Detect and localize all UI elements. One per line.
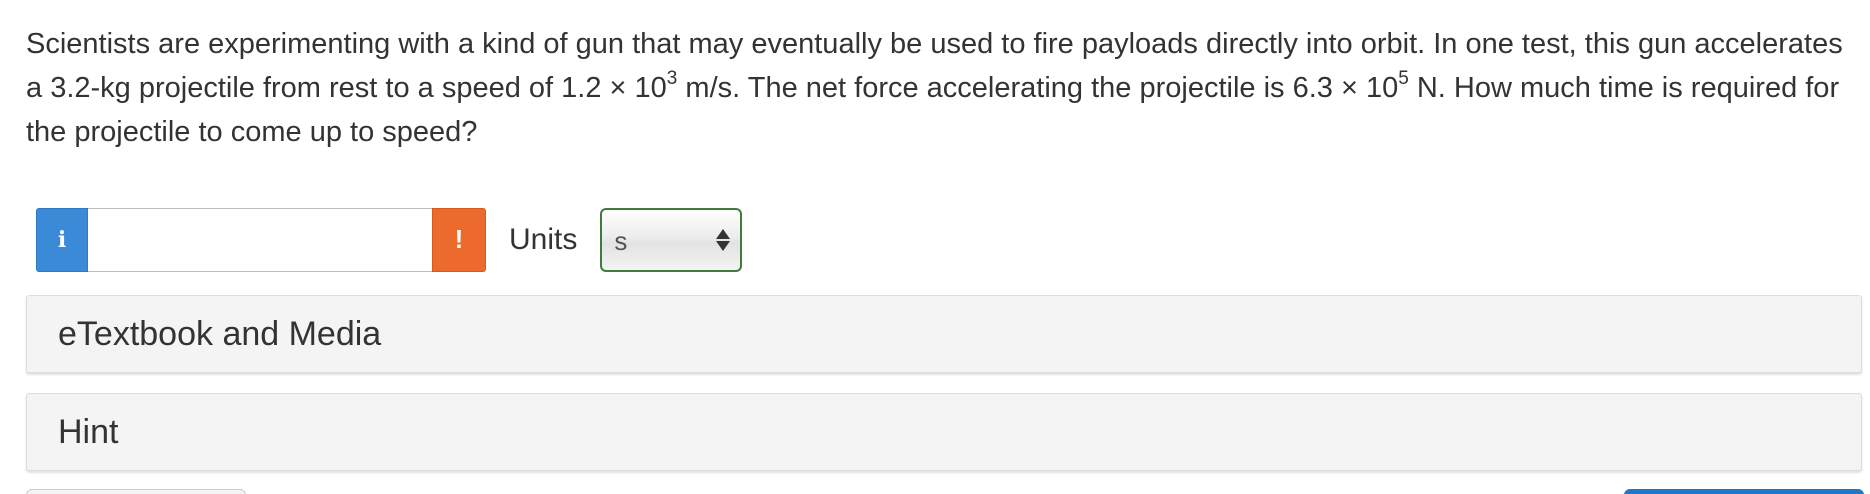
answer-row: i ! Units s bbox=[36, 207, 743, 272]
speed-value: 1.2 × 10 bbox=[561, 72, 667, 104]
mass-value: 3.2-kg bbox=[50, 72, 131, 104]
select-arrows-icon bbox=[716, 228, 731, 251]
question-page: Scientists are experimenting with a kind… bbox=[0, 0, 1870, 494]
hint-label: Hint bbox=[58, 412, 119, 451]
force-unit: N bbox=[1408, 72, 1438, 104]
warning-icon[interactable]: ! bbox=[432, 207, 486, 272]
bottom-right-button-edge[interactable] bbox=[1624, 489, 1864, 494]
arrow-up-icon bbox=[716, 228, 731, 239]
bottom-left-button-edge[interactable] bbox=[26, 489, 246, 494]
question-text-part: . The net force accelerating the project… bbox=[732, 72, 1293, 104]
hint-panel[interactable]: Hint bbox=[26, 393, 1862, 471]
speed-unit: m/s bbox=[677, 72, 733, 104]
force-exponent: 5 bbox=[1398, 68, 1409, 90]
etextbook-media-panel[interactable]: eTextbook and Media bbox=[26, 295, 1862, 373]
arrow-down-icon bbox=[716, 240, 731, 251]
units-label: Units bbox=[509, 222, 578, 256]
question-text: Scientists are experimenting with a kind… bbox=[26, 22, 1856, 154]
speed-exponent: 3 bbox=[666, 68, 678, 90]
units-selected-value: s bbox=[614, 226, 628, 256]
units-select[interactable]: s bbox=[600, 207, 743, 272]
question-text-part: projectile from rest to a speed of bbox=[130, 72, 562, 104]
etextbook-media-label: eTextbook and Media bbox=[58, 314, 382, 353]
answer-input[interactable] bbox=[88, 207, 432, 272]
info-icon[interactable]: i bbox=[36, 207, 88, 272]
force-value: 6.3 × 10 bbox=[1292, 72, 1399, 104]
